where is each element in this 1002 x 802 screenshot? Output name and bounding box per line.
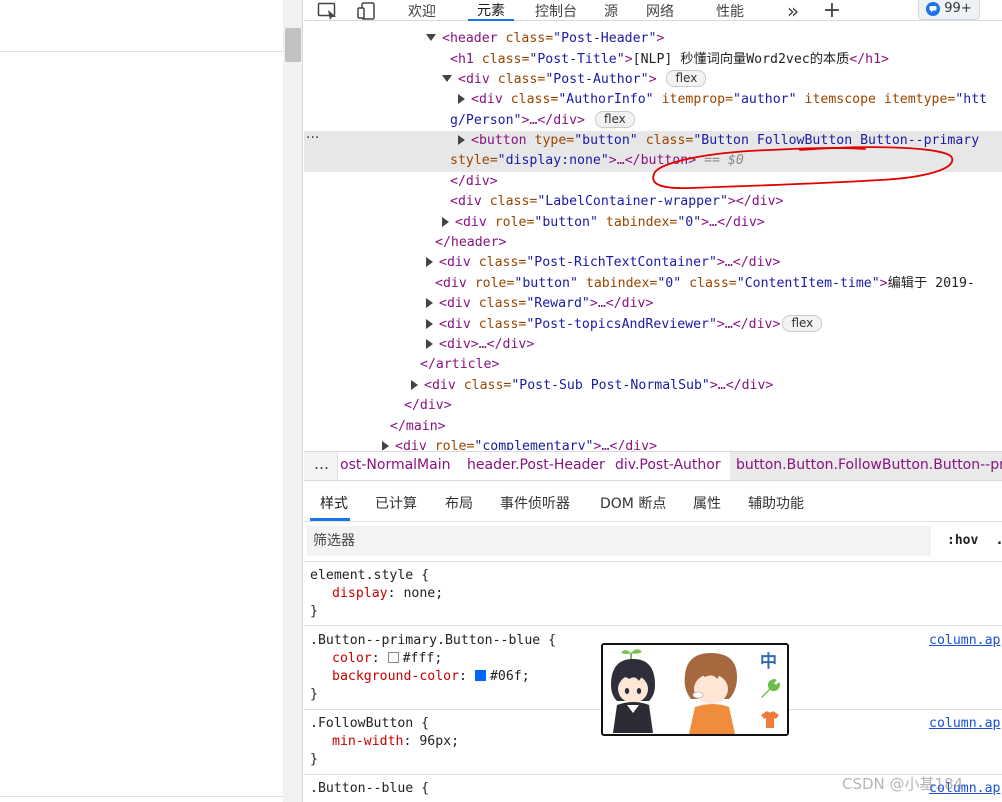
expand-triangle-icon[interactable] bbox=[382, 441, 389, 450]
css-declaration[interactable]: display: none; bbox=[332, 584, 443, 604]
expand-triangle-icon[interactable] bbox=[458, 135, 465, 145]
tab-computed[interactable]: 已计算 bbox=[375, 493, 417, 513]
message-icon bbox=[926, 1, 941, 16]
issues-count: 99+ bbox=[944, 1, 972, 16]
css-rule-element-style: element.style { display: none; } bbox=[304, 562, 1002, 626]
page-content-area bbox=[0, 0, 283, 802]
breadcrumb-item[interactable]: div.Post-Author bbox=[615, 457, 721, 473]
css-declaration[interactable]: min-width: 96px; bbox=[332, 732, 459, 752]
rule-source-link[interactable]: column.ap bbox=[929, 631, 1000, 651]
flex-badge[interactable]: flex bbox=[666, 70, 707, 87]
expand-triangle-icon[interactable] bbox=[442, 217, 449, 227]
tab-performance[interactable]: 性能 bbox=[710, 0, 750, 21]
css-declaration[interactable]: background-color: #06f; bbox=[332, 667, 530, 687]
scrollbar-thumb[interactable] bbox=[285, 28, 301, 62]
tab-welcome[interactable]: 欢迎 bbox=[398, 0, 446, 21]
inspect-element-icon[interactable] bbox=[316, 0, 340, 21]
class-toggle-button[interactable]: . bbox=[997, 533, 1002, 548]
tab-network[interactable]: 网络 bbox=[640, 0, 680, 21]
tree-node-richtext[interactable]: <div class="Post-RichTextContainer">…</d… bbox=[426, 253, 780, 273]
add-tab-icon[interactable]: + bbox=[820, 0, 844, 23]
tree-node-close-div[interactable]: </div> bbox=[450, 172, 498, 192]
tab-accessibility[interactable]: 辅助功能 bbox=[748, 493, 804, 513]
flex-badge[interactable]: flex bbox=[782, 315, 823, 332]
tab-layout[interactable]: 布局 bbox=[445, 493, 473, 513]
styles-filter-bar: :hov . bbox=[304, 522, 1002, 562]
elements-tree: <header class="Post-Header"> <h1 class="… bbox=[304, 22, 1002, 450]
expand-triangle-icon[interactable] bbox=[411, 380, 418, 390]
tree-node-close-div[interactable]: </div> bbox=[404, 396, 452, 416]
devtools-toolbar: 欢迎 元素 控制台 源 网络 性能 » + 99+ bbox=[304, 0, 1002, 23]
translate-icon[interactable]: 中 bbox=[760, 651, 777, 672]
page-divider bbox=[0, 51, 283, 52]
tree-node-authorinfo-cont[interactable]: g/Person">…</div> flex bbox=[450, 111, 635, 131]
tree-node-complementary[interactable]: <div role="complementary">…</div> bbox=[382, 437, 657, 450]
tree-node-close-main[interactable]: </main> bbox=[390, 417, 446, 437]
rule-selector[interactable]: .FollowButton { bbox=[310, 714, 429, 734]
tab-elements[interactable]: 元素 bbox=[468, 0, 514, 21]
floating-sticker-widget[interactable]: 中 bbox=[601, 643, 789, 736]
tree-node-close-article[interactable]: </article> bbox=[420, 355, 499, 375]
cartoon-characters-image: 中 bbox=[603, 645, 787, 734]
rule-close-brace: } bbox=[310, 604, 318, 619]
tree-node-post-author[interactable]: <div class="Post-Author"> flex bbox=[442, 70, 707, 90]
expand-triangle-icon[interactable] bbox=[426, 339, 433, 349]
svg-text:中: 中 bbox=[760, 651, 777, 672]
watermark: CSDN @小基184 bbox=[842, 775, 964, 793]
tree-node-close-header[interactable]: </header> bbox=[435, 233, 506, 253]
expand-triangle-icon[interactable] bbox=[458, 94, 465, 104]
tab-styles[interactable]: 样式 bbox=[320, 493, 348, 513]
tree-node-post-sub[interactable]: <div class="Post-Sub Post-NormalSub">…</… bbox=[411, 376, 773, 396]
rule-selector[interactable]: .Button--primary.Button--blue { bbox=[310, 631, 556, 651]
tree-node-label-container[interactable]: <div class="LabelContainer-wrapper"></di… bbox=[450, 192, 784, 212]
node-actions-icon[interactable]: ··· bbox=[306, 130, 319, 150]
rule-source-link[interactable]: column.ap bbox=[929, 714, 1000, 734]
styles-tabbar: 样式 已计算 布局 事件侦听器 DOM 断点 属性 辅助功能 bbox=[304, 482, 1002, 522]
expand-triangle-icon[interactable] bbox=[426, 319, 433, 329]
tree-node-role-button[interactable]: <div role="button" tabindex="0">…</div> bbox=[442, 213, 765, 233]
issues-badge[interactable]: 99+ bbox=[918, 0, 980, 20]
hover-state-button[interactable]: :hov bbox=[947, 533, 978, 548]
tab-properties[interactable]: 属性 bbox=[693, 493, 721, 513]
rule-close-brace: } bbox=[310, 687, 318, 702]
tree-node-follow-button[interactable]: <button type="button" class="Button Foll… bbox=[458, 131, 979, 151]
active-tab-indicator bbox=[310, 518, 350, 521]
rule-selector[interactable]: element.style { bbox=[310, 566, 429, 586]
rule-selector[interactable]: .Button--blue { bbox=[310, 779, 429, 799]
tree-node-h1[interactable]: <h1 class="Post-Title">[NLP] 秒懂词向量Word2v… bbox=[450, 50, 889, 70]
page-scrollbar[interactable] bbox=[283, 0, 303, 802]
color-swatch-icon[interactable] bbox=[474, 670, 486, 681]
css-declaration[interactable]: color: #fff; bbox=[332, 649, 442, 669]
tree-node-anon-div[interactable]: <div>…</div> bbox=[426, 335, 534, 355]
breadcrumb-item[interactable]: header.Post-Header bbox=[467, 457, 605, 473]
breadcrumb: … ost-NormalMain header.Post-Header div.… bbox=[304, 451, 1002, 481]
tree-node-reward[interactable]: <div class="Reward">…</div> bbox=[426, 294, 653, 314]
tree-node-follow-button-cont[interactable]: style="display:none">…</button> == $0 bbox=[450, 151, 744, 171]
device-toolbar-icon[interactable] bbox=[356, 0, 378, 21]
flex-badge[interactable]: flex bbox=[594, 111, 635, 128]
tab-sources[interactable]: 源 bbox=[598, 0, 624, 21]
color-swatch-icon[interactable] bbox=[387, 652, 399, 663]
breadcrumb-item-active[interactable]: button.Button.FollowButton.Button--prim bbox=[736, 457, 1002, 473]
tree-node-header[interactable]: <header class="Post-Header"> bbox=[426, 29, 664, 49]
tree-node-topics[interactable]: <div class="Post-topicsAndReviewer">…</d… bbox=[426, 315, 823, 335]
more-tabs-icon[interactable]: » bbox=[782, 0, 804, 23]
breadcrumb-more-button[interactable]: … bbox=[314, 455, 329, 473]
styles-filter-input[interactable] bbox=[307, 526, 931, 556]
expand-triangle-icon[interactable] bbox=[426, 257, 433, 267]
tab-event-listeners[interactable]: 事件侦听器 bbox=[500, 493, 570, 513]
collapse-triangle-icon[interactable] bbox=[426, 34, 436, 41]
tab-dom-breakpoints[interactable]: DOM 断点 bbox=[600, 493, 666, 513]
tab-console[interactable]: 控制台 bbox=[530, 0, 582, 21]
rule-close-brace: } bbox=[310, 752, 318, 767]
tree-node-authorinfo[interactable]: <div class="AuthorInfo" itemprop="author… bbox=[458, 90, 987, 110]
breadcrumb-item[interactable]: ost-NormalMain bbox=[340, 457, 450, 473]
tree-node-content-time[interactable]: <div role="button" tabindex="0" class="C… bbox=[435, 274, 975, 294]
collapse-triangle-icon[interactable] bbox=[442, 75, 452, 82]
expand-triangle-icon[interactable] bbox=[426, 298, 433, 308]
page-divider bbox=[0, 796, 283, 797]
